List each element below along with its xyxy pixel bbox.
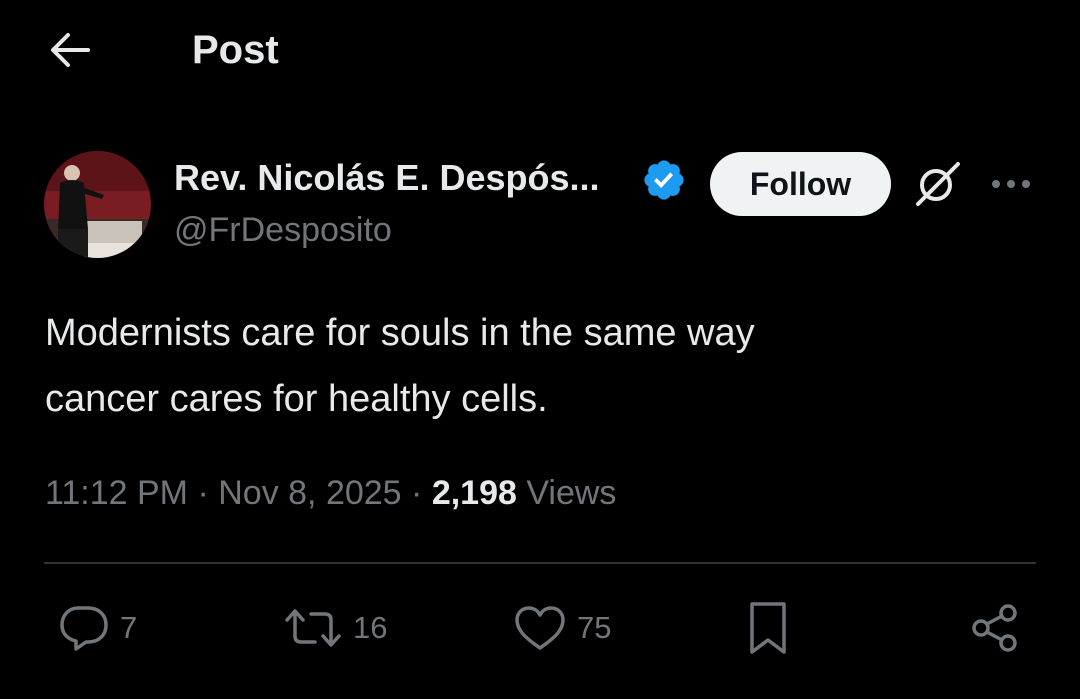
like-button[interactable]: 75 (513, 596, 611, 660)
handle[interactable]: @FrDesposito (174, 209, 392, 251)
repost-button[interactable]: 16 (283, 596, 387, 660)
share-button[interactable] (968, 596, 1022, 660)
grok-icon (916, 162, 960, 206)
avatar-image (44, 151, 151, 258)
tweet-text-line: cancer cares for healthy cells. (45, 378, 548, 420)
arrow-left-icon (51, 33, 90, 67)
grok-button[interactable] (908, 156, 968, 212)
tweet-date[interactable]: Nov 8, 2025 (218, 474, 401, 512)
share-icon (972, 604, 1017, 652)
tweet-text: Modernists care for souls in the same wa… (45, 300, 1005, 432)
repost-count: 16 (353, 610, 388, 645)
repost-icon (285, 609, 341, 647)
meta-separator: · (188, 474, 219, 512)
like-count: 75 (577, 610, 612, 645)
views-count[interactable]: 2,198 (432, 474, 517, 512)
follow-button[interactable]: Follow (710, 152, 891, 216)
avatar[interactable] (44, 151, 151, 258)
tweet-meta: 11:12 PM · Nov 8, 2025 · 2,198 Views (45, 470, 616, 516)
heart-icon (515, 606, 565, 650)
back-button[interactable] (36, 22, 104, 78)
divider (44, 562, 1036, 564)
reply-button[interactable]: 7 (58, 596, 137, 660)
reply-icon (60, 606, 108, 651)
more-button[interactable] (986, 166, 1036, 202)
reply-count: 7 (120, 610, 138, 645)
bookmark-icon (750, 602, 786, 654)
verified-badge-icon (641, 157, 687, 203)
bookmark-button[interactable] (744, 596, 792, 660)
views-label: Views (516, 474, 617, 512)
tweet-text-line: Modernists care for souls in the same wa… (45, 312, 755, 354)
more-horizontal-icon (992, 180, 1030, 188)
meta-separator: · (401, 474, 432, 512)
page-title: Post (192, 28, 279, 72)
tweet-time[interactable]: 11:12 PM (45, 474, 188, 512)
display-name[interactable]: Rev. Nicolás E. Despós... (174, 156, 600, 200)
